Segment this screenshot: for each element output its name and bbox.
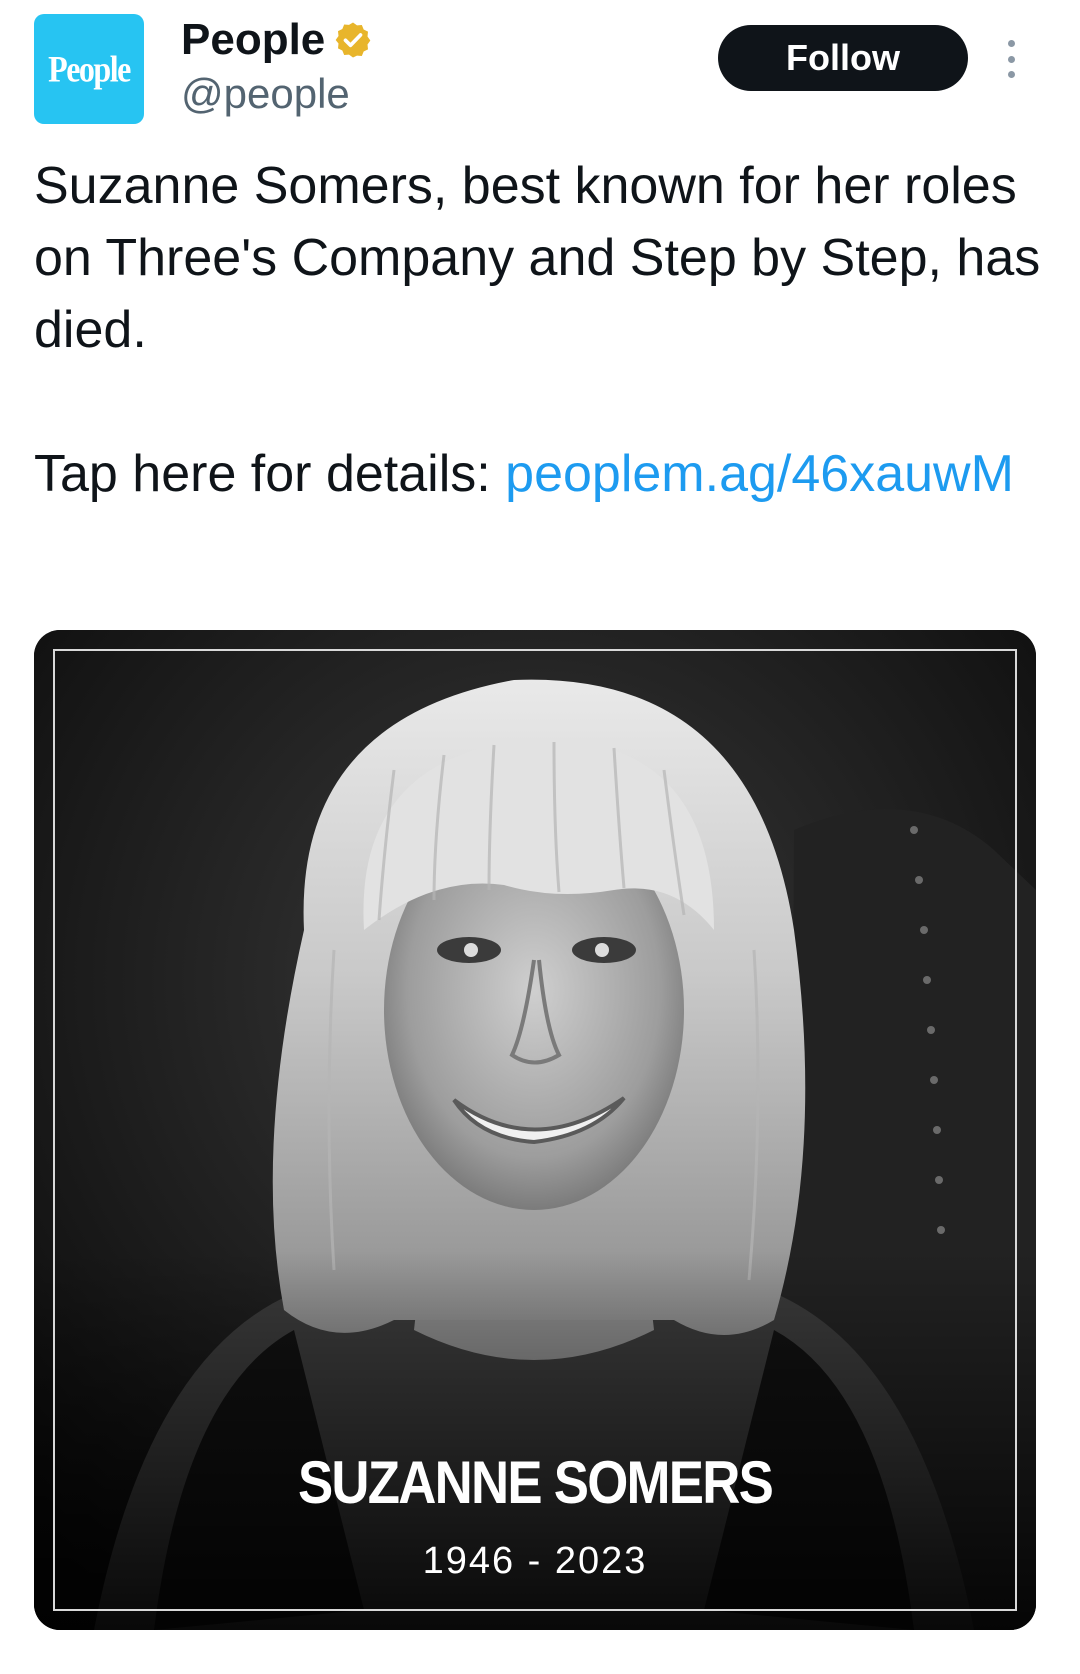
more-options-button[interactable]: [997, 36, 1025, 82]
tweet-media-image[interactable]: SUZANNE SOMERS 1946 - 2023: [34, 630, 1036, 1630]
tweet-text: Suzanne Somers, best known for her roles…: [34, 150, 1044, 510]
more-vertical-icon-dot: [1007, 71, 1015, 78]
follow-button[interactable]: Follow: [718, 25, 968, 91]
more-vertical-icon-dot: [1007, 55, 1015, 63]
memorial-name: SUZANNE SOMERS: [297, 1449, 774, 1516]
tweet-header: People People @people Follow: [0, 0, 1080, 140]
more-vertical-icon: [1007, 40, 1015, 47]
people-logo: People: [48, 47, 131, 90]
verified-badge-icon: [335, 22, 371, 58]
tweet-text-details: Tap here for details: peoplem.ag/​46xauw…: [34, 438, 1044, 510]
memorial-dates: 1946 - 2023: [422, 1540, 648, 1582]
tweet-text-line: Suzanne Somers, best known for her roles…: [34, 157, 1041, 359]
display-name-row[interactable]: People: [181, 12, 373, 68]
account-handle[interactable]: @people: [181, 66, 350, 122]
display-name[interactable]: People: [181, 12, 325, 68]
account-avatar[interactable]: People: [34, 14, 144, 124]
tweet-text-spacer: [34, 366, 1044, 438]
tweet-link[interactable]: peoplem.ag/​46xauwM: [505, 445, 1014, 503]
tweet-text-prefix: Tap here for details:: [34, 445, 506, 503]
